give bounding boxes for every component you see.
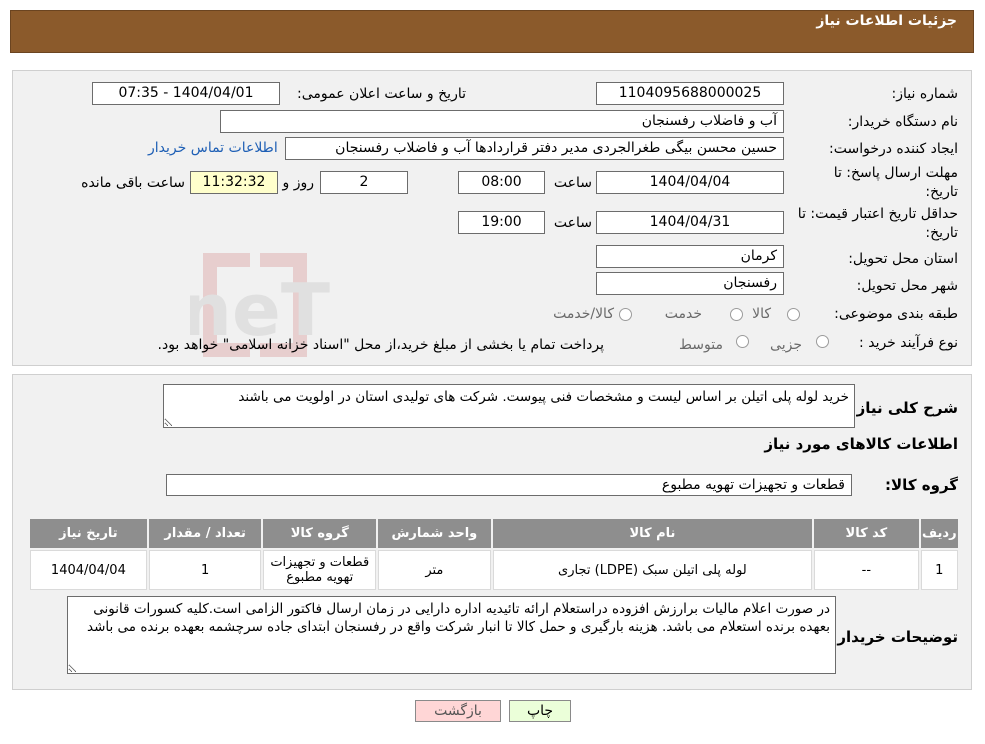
goods-info-title: اطلاعات کالاهای مورد نیاز [764,435,958,453]
deadline-time-label: ساعت [553,175,592,191]
back-button[interactable]: بازگشت [415,700,501,722]
buyer-org-field: آب و فاضلاب رفسنجان [220,110,784,133]
validity-label-date: تاریخ: [925,225,958,241]
province-label: استان محل تحویل: [848,251,958,267]
category-label: طبقه بندی موضوعی: [834,306,958,322]
deadline-time-field: 08:00 [458,171,545,194]
category-option-goods: کالا [752,306,771,322]
purchase-type-label: نوع فرآیند خرید : [859,335,958,351]
days-label: روز و [282,175,315,191]
col-date: تاریخ نیاز [30,519,147,548]
deadline-label: مهلت ارسال پاسخ: تا [833,165,958,181]
print-button[interactable]: چاپ [509,700,571,722]
buyer-org-label: نام دستگاه خریدار: [847,114,958,130]
deadline-label-date: تاریخ: [925,184,958,200]
cell-row: 1 [920,550,958,590]
need-number-field: 1104095688000025 [596,82,784,105]
goods-group-label: گروه کالا: [885,476,958,494]
col-group: گروه کالا [263,519,377,548]
col-qty: تعداد / مقدار [148,519,262,548]
validity-label: حداقل تاریخ اعتبار قیمت: تا [797,206,958,222]
city-label: شهر محل تحویل: [856,278,958,294]
purchase-option-partial: جزیی [770,337,802,353]
purchase-note: پرداخت تمام یا بخشی از مبلغ خرید،از محل … [157,337,604,353]
remaining-time-field: 11:32:32 [190,171,278,194]
need-number-label: شماره نیاز: [891,86,959,102]
summary-label: شرح کلی نیاز: [850,399,958,417]
validity-time-label: ساعت [553,215,592,231]
creator-field: حسین محسن بیگی طغرالجردی مدیر دفتر قرارد… [285,137,784,160]
cell-group: قطعات و تجهیزات تهویه مطبوع [263,550,377,590]
goods-table: ردیف کد کالا نام کالا واحد شمارش گروه کا… [28,517,960,592]
cell-code: -- [814,550,919,590]
buyer-notes-label: توضیحات خریدار: [831,628,958,646]
validity-date-field: 1404/04/31 [596,211,784,234]
creator-label: ایجاد کننده درخواست: [829,141,958,157]
deadline-date-field: 1404/04/04 [596,171,784,194]
table-header-row: ردیف کد کالا نام کالا واحد شمارش گروه کا… [30,519,958,548]
cell-name: لوله پلی اتیلن سبک (LDPE) تجاری [492,550,813,590]
announce-date-field: 1404/04/01 - 07:35 [92,82,280,105]
table-row: 1 -- لوله پلی اتیلن سبک (LDPE) تجاری متر… [30,550,958,590]
col-name: نام کالا [492,519,813,548]
page-title: جزئیات اطلاعات نیاز [816,13,957,29]
category-option-service: خدمت [664,306,702,322]
cell-unit: متر [378,550,491,590]
validity-time-field: 19:00 [458,211,545,234]
goods-group-field: قطعات و تجهیزات تهویه مطبوع [166,474,852,496]
category-radio-goods-service[interactable] [619,308,632,321]
buyer-contact-link[interactable]: اطلاعات تماس خریدار [148,140,278,156]
buyer-notes-textarea[interactable]: در صورت اعلام مالیات برارزش افزوده دراست… [67,596,836,674]
purchase-radio-medium[interactable] [736,335,749,348]
announce-label: تاریخ و ساعت اعلان عمومی: [297,86,466,102]
city-field: رفسنجان [596,272,784,295]
remaining-label: ساعت باقی مانده [81,175,185,191]
col-unit: واحد شمارش [378,519,491,548]
category-option-goods-service: کالا/خدمت [553,306,614,322]
category-radio-service[interactable] [730,308,743,321]
days-field: 2 [320,171,408,194]
province-field: کرمان [596,245,784,268]
col-row: ردیف [920,519,958,548]
cell-qty: 1 [148,550,262,590]
category-radio-goods[interactable] [787,308,800,321]
col-code: کد کالا [814,519,919,548]
cell-date: 1404/04/04 [30,550,147,590]
purchase-option-medium: متوسط [679,337,723,353]
summary-textarea[interactable]: خرید لوله پلی اتیلن بر اساس لیست و مشخصا… [163,384,855,428]
purchase-radio-partial[interactable] [816,335,829,348]
